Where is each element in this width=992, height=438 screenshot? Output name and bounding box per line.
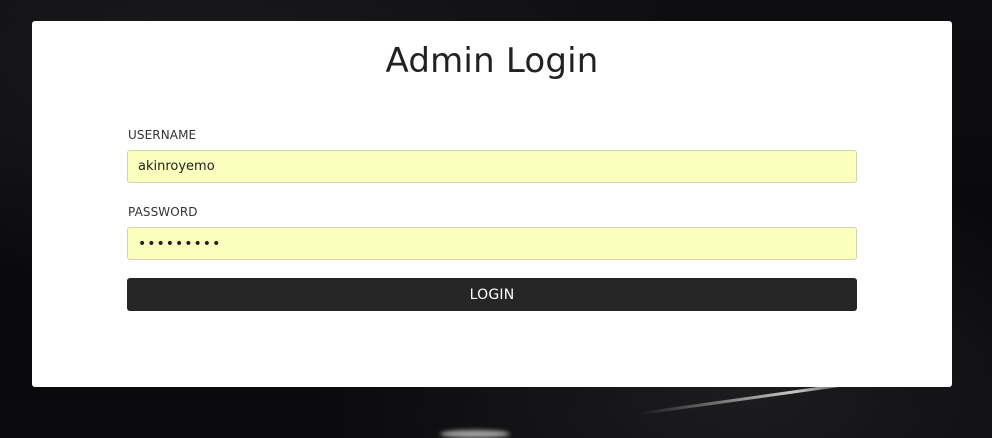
login-form: USERNAME PASSWORD LOGIN — [127, 128, 857, 311]
username-field[interactable] — [127, 150, 857, 183]
password-label: PASSWORD — [128, 205, 198, 219]
background-light-glow — [440, 430, 510, 438]
password-group: PASSWORD — [127, 205, 857, 260]
login-card: Admin Login USERNAME PASSWORD LOGIN — [32, 21, 952, 387]
username-group: USERNAME — [127, 128, 857, 183]
page-title: Admin Login — [385, 41, 599, 81]
password-field[interactable] — [127, 227, 857, 260]
login-button[interactable]: LOGIN — [127, 278, 857, 311]
username-label: USERNAME — [128, 128, 197, 142]
